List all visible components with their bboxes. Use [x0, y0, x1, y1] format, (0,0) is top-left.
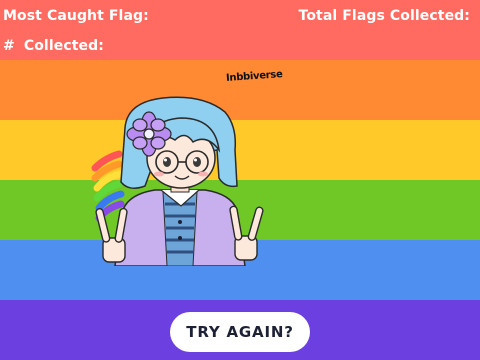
collected-prefix: # — [3, 38, 15, 54]
collected-label: # Collected: — [3, 38, 104, 54]
total-flags-collected-label: Total Flags Collected: — [298, 8, 470, 24]
peace-hand-right — [229, 205, 264, 261]
collected-text: Collected: — [23, 38, 104, 54]
peace-hand-left — [95, 207, 128, 263]
character-illustration — [91, 96, 264, 266]
most-caught-flag-label: Most Caught Flag: — [3, 8, 149, 24]
try-again-button[interactable]: TRY AGAIN? — [170, 312, 310, 352]
